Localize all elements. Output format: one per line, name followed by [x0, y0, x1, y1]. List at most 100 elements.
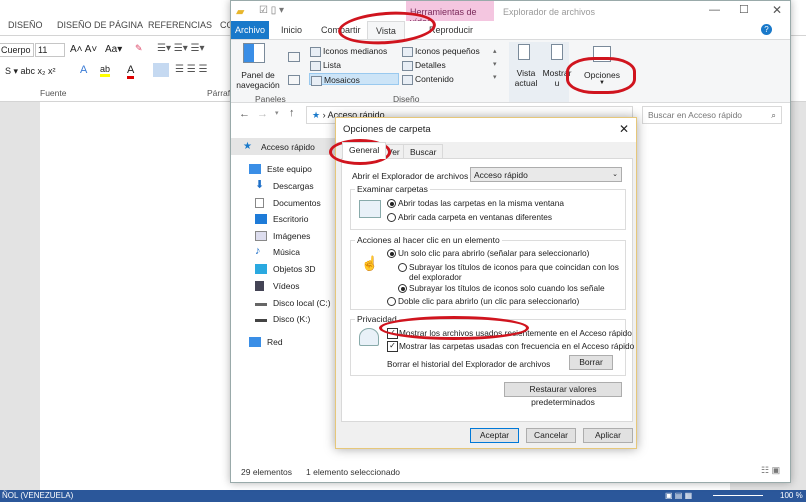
minimize-button[interactable]: —: [709, 4, 720, 16]
tab-buscar[interactable]: Buscar: [403, 144, 444, 159]
window-title: Explorador de archivos: [503, 7, 596, 17]
nav-red[interactable]: Red: [249, 335, 283, 349]
folder-options-dialog: Opciones de carpeta ✕ General Ver Buscar…: [335, 117, 637, 449]
general-tab-panel: Abrir el Explorador de archivos en: Acce…: [341, 158, 634, 422]
back-icon[interactable]: ←: [239, 108, 250, 120]
clear-format-icon[interactable]: ✎: [135, 43, 143, 54]
font-size-select[interactable]: 11: [35, 43, 65, 57]
radio-new-window[interactable]: Abrir cada carpeta en ventanas diferente…: [387, 212, 552, 222]
group-label-fuente: Fuente: [40, 88, 67, 98]
group-diseno: Diseño: [393, 94, 420, 104]
star-icon: ★: [312, 110, 321, 120]
tab-inicio[interactable]: Inicio: [281, 25, 302, 35]
word-tab-referencias[interactable]: REFERENCIAS: [148, 20, 212, 30]
layout-iconos-pequenos[interactable]: Iconos pequeños: [401, 45, 480, 57]
drive-icon: [255, 314, 267, 322]
up-icon[interactable]: ↑: [289, 107, 295, 119]
group-label-parrafo: Párraf: [207, 88, 231, 98]
title-bar: ▰ ☑ ▯ ▾ Herramientas de vídeo Explorador…: [231, 1, 790, 27]
change-case-icon[interactable]: Aa▾: [105, 44, 122, 55]
preview-pane-icon[interactable]: [288, 52, 300, 62]
word-tab-diseno[interactable]: DISEÑO: [8, 20, 43, 30]
computer-icon: [249, 164, 261, 174]
nav-label: Vídeos: [273, 281, 300, 291]
search-input[interactable]: Buscar en Acceso rápido ⌕: [642, 106, 782, 124]
layout-detalles[interactable]: Detalles: [401, 59, 446, 71]
layout-lista[interactable]: Lista: [309, 59, 341, 71]
show-hide-icon[interactable]: [551, 44, 563, 60]
nav-videos[interactable]: Vídeos: [255, 279, 299, 293]
nav-este-equipo[interactable]: Este equipo: [249, 162, 312, 176]
nav-documentos[interactable]: Documentos: [255, 196, 321, 210]
zoom-level[interactable]: 100 %: [780, 491, 803, 500]
dialog-close-icon[interactable]: ✕: [619, 122, 629, 136]
document-icon: [255, 198, 264, 208]
navigation-pane-icon[interactable]: [243, 43, 265, 63]
radio-underline-always[interactable]: Subrayar los títulos de iconos para que …: [398, 262, 623, 282]
current-view-icon[interactable]: [518, 44, 530, 60]
maximize-button[interactable]: ☐: [739, 3, 749, 16]
strike-sub-super-icons[interactable]: S ▾ abc x₂ x²: [5, 66, 56, 77]
help-icon[interactable]: ?: [761, 24, 772, 35]
open-in-label: Abrir el Explorador de archivos en:: [352, 171, 483, 181]
chevron-down-icon: ⌄: [612, 171, 618, 178]
nav-objetos-3d[interactable]: Objetos 3D: [255, 262, 316, 276]
search-placeholder: Buscar en Acceso rápido: [648, 110, 743, 120]
ok-button[interactable]: Aceptar: [470, 428, 519, 443]
layout-contenido[interactable]: Contenido: [401, 73, 454, 85]
bullets-icon[interactable]: ☰▾ ☰▾ ☰▾: [157, 43, 205, 54]
details-pane-icon[interactable]: [288, 75, 300, 85]
layout-iconos-medianos[interactable]: Iconos medianos: [309, 45, 387, 57]
view-icons[interactable]: ▣ ▤ ▦: [665, 491, 692, 500]
check-frequent-folders[interactable]: Mostrar las carpetas usadas con frecuenc…: [387, 341, 634, 352]
word-tab-diseno-pagina[interactable]: DISEÑO DE PÁGINA: [57, 20, 143, 30]
highlight-opciones: [566, 57, 636, 94]
browse-legend: Examinar carpetas: [355, 184, 430, 194]
recent-chevron-icon[interactable]: ▾: [275, 109, 279, 117]
radio-same-window[interactable]: Abrir todas las carpetas en la misma ven…: [387, 198, 564, 208]
privacy-clock-icon: [359, 328, 379, 346]
radio-single-click[interactable]: Un solo clic para abrirlo (señalar para …: [387, 248, 589, 258]
view-toggle-icons[interactable]: ☷ ▣: [761, 465, 780, 476]
tab-archivo[interactable]: Archivo: [231, 21, 269, 39]
nav-imagenes[interactable]: Imágenes: [255, 229, 310, 243]
desktop-icon: [255, 214, 267, 224]
align-icons[interactable]: ☰ ☰ ☰: [175, 64, 207, 75]
forward-icon[interactable]: →: [257, 108, 268, 120]
layout-mosaicos[interactable]: Mosaicos: [309, 73, 399, 86]
click-actions-group: Acciones al hacer clic en un elemento ☝ …: [350, 235, 626, 310]
close-button[interactable]: ✕: [772, 3, 782, 17]
open-in-select[interactable]: Acceso rápido ⌄: [470, 167, 622, 182]
layout-scroll[interactable]: ▴ ▾ ▾: [493, 45, 497, 84]
nav-escritorio[interactable]: Escritorio: [255, 212, 308, 226]
music-icon: ♪: [255, 245, 261, 257]
group-paneles: Paneles: [255, 94, 286, 104]
apply-button[interactable]: Aplicar: [583, 428, 633, 443]
nav-disco-c[interactable]: Disco local (C:): [255, 296, 331, 310]
ribbon-vista: Panel de navegación Iconos medianos List…: [231, 39, 790, 104]
nav-label: Este equipo: [267, 164, 312, 174]
text-effects-icon[interactable]: A: [80, 64, 87, 76]
font-name-select[interactable]: Cuerpo: [0, 43, 34, 57]
nav-musica[interactable]: ♪ Música: [255, 245, 300, 259]
grow-font-icon[interactable]: A˄ A˅: [70, 44, 97, 55]
folder-icon[interactable]: ▰: [236, 5, 244, 18]
navigation-pane-button[interactable]: Panel de navegación: [235, 70, 281, 90]
radio-underline-hover[interactable]: Subrayar los títulos de iconos solo cuan…: [398, 283, 605, 293]
nav-descargas[interactable]: ⬇ Descargas: [255, 179, 314, 193]
zoom-slider[interactable]: [713, 495, 763, 496]
current-view-button[interactable]: Vista actual: [512, 68, 540, 88]
font-color-icon[interactable]: A: [127, 64, 135, 79]
tab-general[interactable]: General: [342, 142, 387, 159]
nav-disco-k[interactable]: Disco (K:): [255, 312, 310, 326]
cancel-button[interactable]: Cancelar: [526, 428, 576, 443]
quick-access-toolbar-icons[interactable]: ☑ ▯ ▾: [259, 5, 284, 16]
align-left-icon[interactable]: [153, 63, 169, 77]
language-status[interactable]: ÑOL (VENEZUELA): [2, 491, 73, 500]
browse-folders-group: Examinar carpetas Abrir todas las carpet…: [350, 184, 626, 230]
restore-defaults-button[interactable]: Restaurar valores predeterminados: [504, 382, 622, 407]
clear-history-button[interactable]: Borrar: [569, 355, 613, 370]
highlight-icon[interactable]: ab: [100, 64, 111, 77]
radio-double-click[interactable]: Doble clic para abrirlo (un clic para se…: [387, 296, 579, 306]
nav-acceso-rapido[interactable]: ★ Acceso rápido: [243, 140, 315, 154]
